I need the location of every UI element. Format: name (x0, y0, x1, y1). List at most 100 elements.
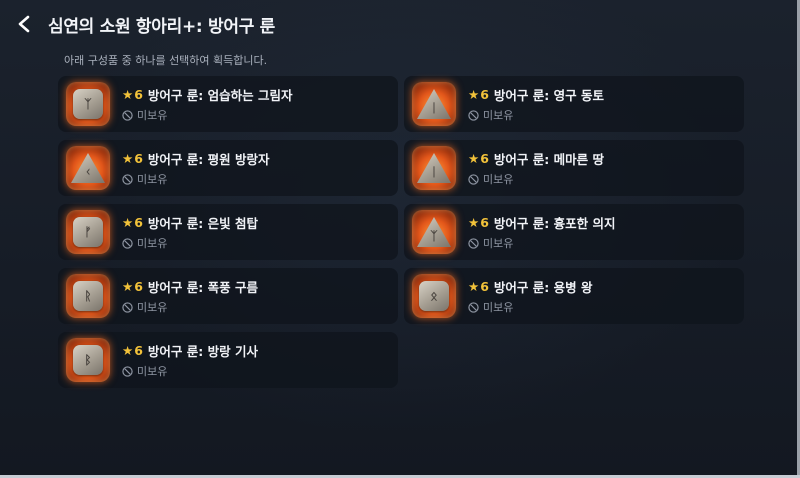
page-title: 심연의 소원 항아리+: 방어구 룬 (48, 16, 275, 37)
ownership-label: 미보유 (137, 173, 168, 186)
chevron-left-icon (18, 15, 30, 33)
rune-grade: 6 (134, 87, 143, 102)
ownership-label: 미보유 (137, 109, 168, 122)
rune-grade: 6 (134, 215, 143, 230)
star-icon: ★ (468, 215, 480, 230)
rune-glyph: ᛁ (430, 165, 438, 179)
rune-glyph: ᛟ (430, 289, 438, 303)
star-icon: ★ (468, 279, 480, 294)
rune-name-row: ★ 6 방어구 룬: 엄습하는 그림자 (122, 85, 292, 104)
ownership-status: 미보유 (122, 107, 292, 123)
rune-option-card[interactable]: ᛁ ★ 6 방어구 룬: 메마른 땅 미보유 (404, 140, 744, 196)
rune-grade: 6 (480, 87, 489, 102)
rune-name-row: ★ 6 방어구 룬: 용병 왕 (468, 277, 592, 296)
rune-option-card[interactable]: ᛁ ★ 6 방어구 룬: 영구 동토 미보유 (404, 76, 744, 132)
rune-icon: ᛁ (412, 82, 456, 126)
star-icon: ★ (122, 279, 134, 294)
rune-grade: 6 (480, 279, 489, 294)
star-icon: ★ (122, 215, 134, 230)
rune-icon: ᚱ (66, 274, 110, 318)
rune-name-row: ★ 6 방어구 룬: 폭풍 구름 (122, 277, 258, 296)
star-icon: ★ (122, 87, 134, 102)
not-owned-icon (122, 301, 133, 313)
rune-name-row: ★ 6 방어구 룬: 영구 동토 (468, 85, 604, 104)
ownership-label: 미보유 (483, 109, 514, 122)
rune-name: 방어구 룬: 방랑 기사 (147, 344, 258, 359)
not-owned-icon (468, 109, 479, 121)
rune-stone: ᛁ (417, 89, 451, 119)
rune-stone: ᛁ (417, 153, 451, 183)
rune-stone: ᛉ (73, 89, 103, 119)
rune-option-card[interactable]: ᛟ ★ 6 방어구 룬: 용병 왕 미보유 (404, 268, 744, 324)
rune-info: ★ 6 방어구 룬: 폭풍 구름 미보유 (122, 277, 258, 315)
ownership-status: 미보유 (468, 299, 592, 315)
rune-option-card[interactable]: ᚠ ★ 6 방어구 룬: 은빛 첨탑 미보유 (58, 204, 398, 260)
rune-option-card[interactable]: ᛒ ★ 6 방어구 룬: 방랑 기사 미보유 (58, 332, 398, 388)
not-owned-icon (468, 301, 479, 313)
rune-info: ★ 6 방어구 룬: 용병 왕 미보유 (468, 277, 592, 315)
rune-icon: ᚲ (66, 146, 110, 190)
not-owned-icon (122, 173, 133, 185)
rune-glyph: ᚠ (84, 225, 92, 239)
ownership-label: 미보유 (483, 173, 514, 186)
rune-name: 방어구 룬: 흉포한 의지 (493, 216, 616, 231)
rune-name: 방어구 룬: 용병 왕 (493, 280, 593, 295)
rune-stone: ᛟ (419, 281, 449, 311)
rune-grade: 6 (134, 279, 143, 294)
not-owned-icon (122, 365, 133, 377)
rune-list: ᛉ ★ 6 방어구 룬: 엄습하는 그림자 미보유 ᛁ ★ 6 방어구 룬: 영… (58, 76, 744, 388)
rune-name: 방어구 룬: 평원 방랑자 (147, 152, 270, 167)
not-owned-icon (122, 237, 133, 249)
star-icon: ★ (122, 151, 134, 166)
rune-grade: 6 (134, 343, 143, 358)
rune-icon: ᛟ (412, 274, 456, 318)
rune-glyph: ᚲ (84, 165, 92, 179)
rune-name: 방어구 룬: 메마른 땅 (493, 152, 604, 167)
star-icon: ★ (468, 151, 480, 166)
rune-grade: 6 (480, 151, 489, 166)
rune-info: ★ 6 방어구 룬: 평원 방랑자 미보유 (122, 149, 269, 187)
rune-option-card[interactable]: ᛉ ★ 6 방어구 룬: 흉포한 의지 미보유 (404, 204, 744, 260)
ownership-status: 미보유 (468, 171, 604, 187)
rune-name: 방어구 룬: 영구 동토 (493, 88, 604, 103)
page-subtitle: 아래 구성품 중 하나를 선택하여 획득합니다. (64, 54, 268, 67)
back-button[interactable] (10, 10, 38, 38)
rune-glyph: ᛒ (84, 353, 92, 367)
rune-glyph: ᛉ (430, 229, 438, 243)
rune-info: ★ 6 방어구 룬: 엄습하는 그림자 미보유 (122, 85, 292, 123)
rune-name-row: ★ 6 방어구 룬: 평원 방랑자 (122, 149, 269, 168)
rune-option-card[interactable]: ᚲ ★ 6 방어구 룬: 평원 방랑자 미보유 (58, 140, 398, 196)
rune-glyph: ᛁ (430, 101, 438, 115)
rune-info: ★ 6 방어구 룬: 방랑 기사 미보유 (122, 341, 258, 379)
rune-name-row: ★ 6 방어구 룬: 흉포한 의지 (468, 213, 615, 232)
rune-name-row: ★ 6 방어구 룬: 방랑 기사 (122, 341, 258, 360)
header: 심연의 소원 항아리+: 방어구 룬 (10, 8, 275, 40)
not-owned-icon (468, 237, 479, 249)
rune-option-card[interactable]: ᛉ ★ 6 방어구 룬: 엄습하는 그림자 미보유 (58, 76, 398, 132)
ownership-status: 미보유 (122, 171, 269, 187)
rune-icon: ᛉ (412, 210, 456, 254)
ownership-label: 미보유 (137, 365, 168, 378)
ownership-label: 미보유 (137, 237, 168, 250)
rune-name: 방어구 룬: 폭풍 구름 (147, 280, 258, 295)
ownership-label: 미보유 (483, 237, 514, 250)
ownership-status: 미보유 (122, 235, 258, 251)
rune-info: ★ 6 방어구 룬: 메마른 땅 미보유 (468, 149, 604, 187)
rune-option-card[interactable]: ᚱ ★ 6 방어구 룬: 폭풍 구름 미보유 (58, 268, 398, 324)
star-icon: ★ (122, 343, 134, 358)
ownership-status: 미보유 (122, 299, 258, 315)
rune-name-row: ★ 6 방어구 룬: 은빛 첨탑 (122, 213, 258, 232)
rune-glyph: ᛉ (84, 97, 92, 111)
rune-stone: ᛉ (417, 217, 451, 247)
rune-info: ★ 6 방어구 룬: 영구 동토 미보유 (468, 85, 604, 123)
rune-name-row: ★ 6 방어구 룬: 메마른 땅 (468, 149, 604, 168)
rune-stone: ᚠ (73, 217, 103, 247)
rune-stone: ᚱ (73, 281, 103, 311)
not-owned-icon (468, 173, 479, 185)
rune-icon: ᛁ (412, 146, 456, 190)
rune-name: 방어구 룬: 은빛 첨탑 (147, 216, 258, 231)
rune-name: 방어구 룬: 엄습하는 그림자 (147, 88, 293, 103)
rune-info: ★ 6 방어구 룬: 흉포한 의지 미보유 (468, 213, 615, 251)
ownership-status: 미보유 (468, 235, 615, 251)
rune-grade: 6 (134, 151, 143, 166)
